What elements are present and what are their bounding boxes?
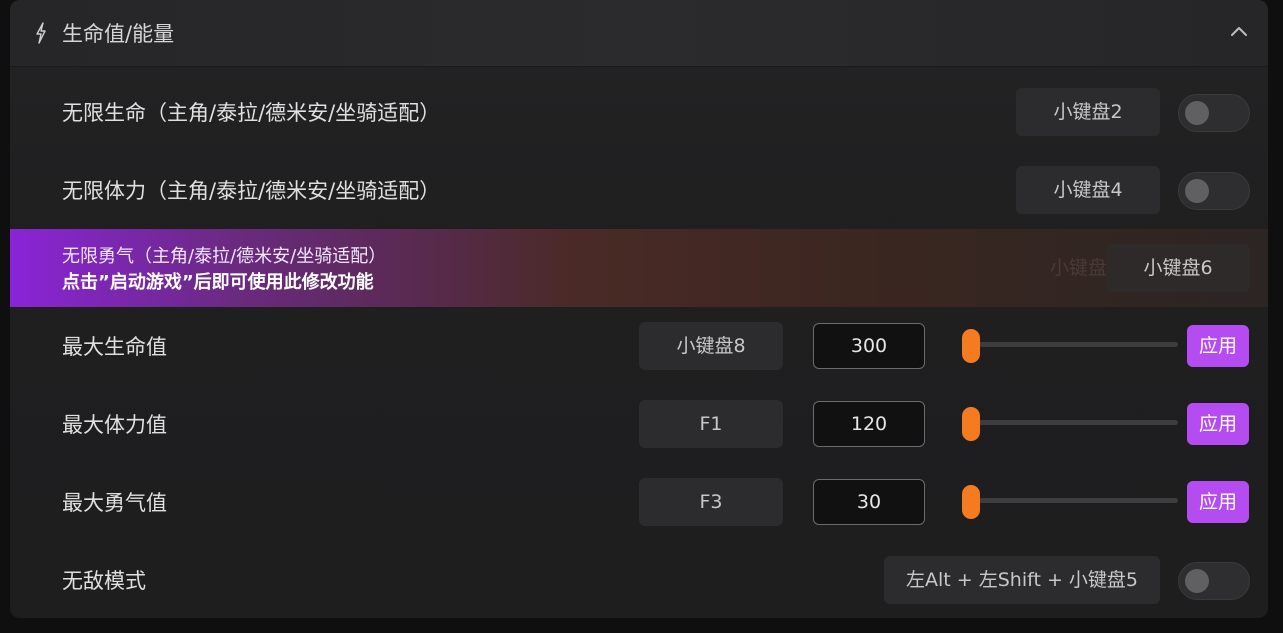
section-header[interactable]: 生命值/能量	[10, 0, 1268, 67]
max-health-label: 最大生命值	[62, 335, 167, 359]
slider-thumb[interactable]	[962, 329, 980, 363]
max-health-slider[interactable]	[962, 329, 1178, 363]
god-mode-toggle[interactable]	[1178, 562, 1250, 600]
chevron-up-icon[interactable]	[1230, 24, 1248, 38]
slider-track	[962, 498, 1178, 503]
slider-track	[962, 342, 1178, 347]
god-mode-hotkey[interactable]: 左Alt + 左Shift + 小键盘5	[884, 556, 1160, 604]
max-health-hotkey[interactable]: 小键盘8	[639, 322, 783, 370]
slider-thumb[interactable]	[962, 407, 980, 441]
max-stamina-input[interactable]: 120	[813, 401, 925, 447]
max-stamina-label: 最大体力值	[62, 413, 167, 437]
bolt-icon	[36, 22, 46, 44]
max-health-input[interactable]: 300	[813, 323, 925, 369]
god-mode-row: 无敌模式 左Alt + 左Shift + 小键盘5	[10, 541, 1268, 618]
infinite-health-hotkey[interactable]: 小键盘2	[1016, 88, 1160, 136]
max-stamina-row: 最大体力值 F1 120 应用	[10, 385, 1268, 463]
infinite-courage-label: 无限勇气（主角/泰拉/德米安/坐骑适配）	[62, 246, 387, 267]
max-health-apply-button[interactable]: 应用	[1187, 325, 1249, 367]
launch-game-notice: 点击”启动游戏”后即可使用此修改功能	[62, 272, 374, 293]
infinite-health-label: 无限生命（主角/泰拉/德米安/坐骑适配）	[62, 101, 441, 125]
slider-track	[962, 420, 1178, 425]
max-courage-apply-button[interactable]: 应用	[1187, 481, 1249, 523]
max-stamina-apply-button[interactable]: 应用	[1187, 403, 1249, 445]
infinite-courage-promo-row[interactable]: 无限勇气（主角/泰拉/德米安/坐骑适配） 点击”启动游戏”后即可使用此修改功能 …	[10, 229, 1268, 307]
max-stamina-slider[interactable]	[962, 407, 1178, 441]
infinite-stamina-label: 无限体力（主角/泰拉/德米安/坐骑适配）	[62, 179, 441, 203]
toggle-knob	[1185, 569, 1209, 593]
infinite-stamina-hotkey[interactable]: 小键盘4	[1016, 166, 1160, 214]
toggle-knob	[1185, 179, 1209, 203]
slider-thumb[interactable]	[962, 485, 980, 519]
max-health-row: 最大生命值 小键盘8 300 应用	[10, 307, 1268, 385]
max-courage-input[interactable]: 30	[813, 479, 925, 525]
max-courage-row: 最大勇气值 F3 30 应用	[10, 463, 1268, 541]
infinite-stamina-row: 无限体力（主角/泰拉/德米安/坐骑适配） 小键盘4	[10, 154, 1268, 229]
god-mode-label: 无敌模式	[62, 569, 146, 593]
max-stamina-hotkey[interactable]: F1	[639, 400, 783, 448]
max-courage-hotkey[interactable]: F3	[639, 478, 783, 526]
infinite-courage-hotkey[interactable]: 小键盘6	[1106, 244, 1250, 292]
max-courage-label: 最大勇气值	[62, 491, 167, 515]
health-energy-panel: 生命值/能量 无限生命（主角/泰拉/德米安/坐骑适配） 小键盘2 无限体力（主角…	[10, 0, 1268, 618]
section-title: 生命值/能量	[62, 22, 175, 46]
toggle-knob	[1185, 101, 1209, 125]
max-courage-slider[interactable]	[962, 485, 1178, 519]
infinite-stamina-toggle[interactable]	[1178, 172, 1250, 210]
infinite-health-row: 无限生命（主角/泰拉/德米安/坐骑适配） 小键盘2	[10, 66, 1268, 154]
infinite-health-toggle[interactable]	[1178, 94, 1250, 132]
